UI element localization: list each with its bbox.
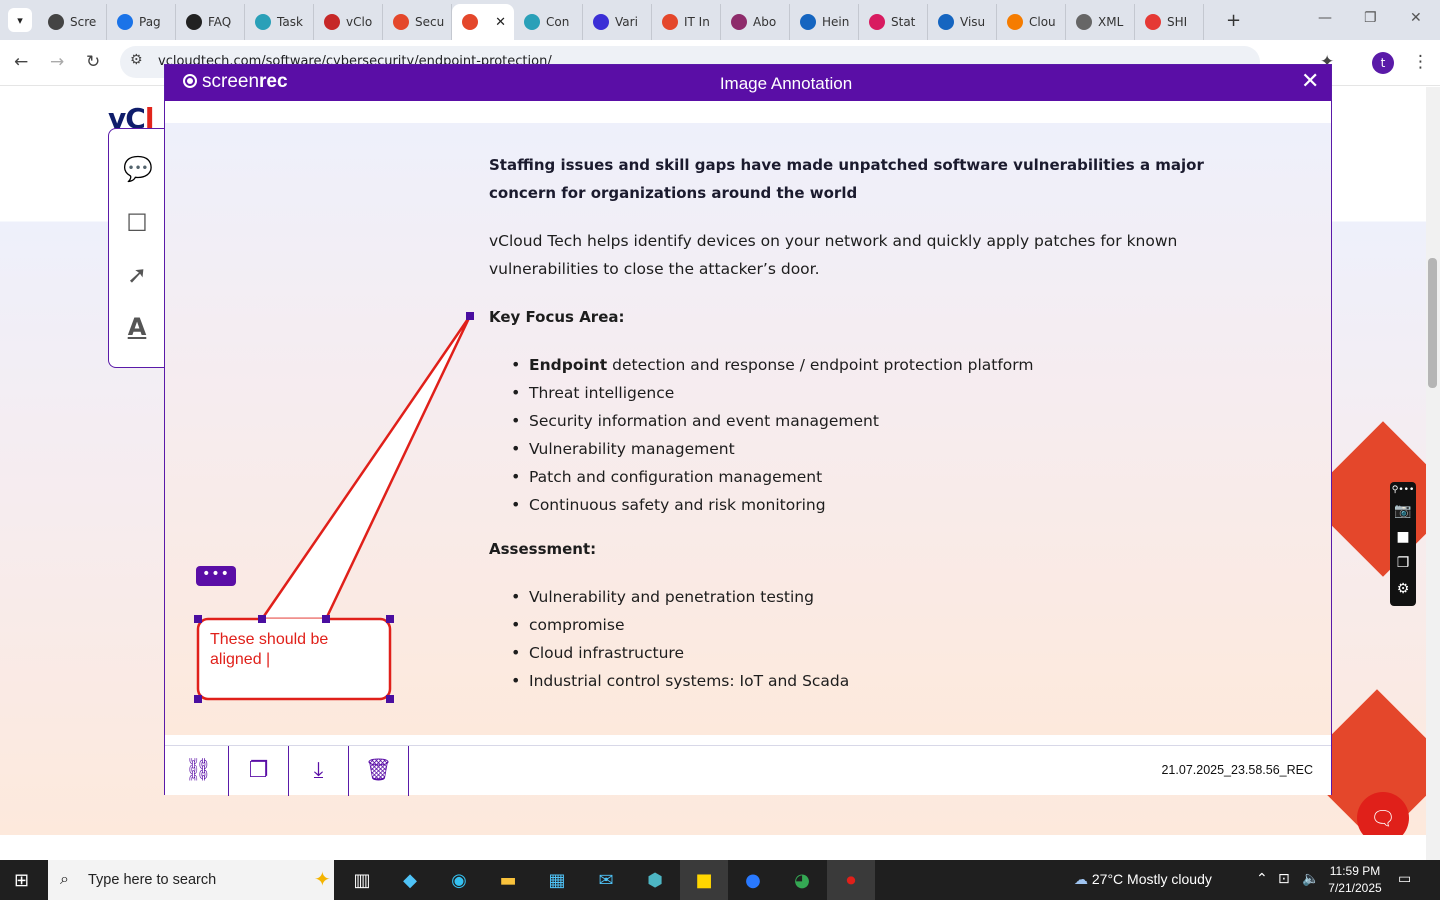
weather-widget[interactable]: ☁ 27°C Mostly cloudy — [1074, 871, 1212, 888]
resize-handle[interactable] — [194, 615, 202, 623]
windows-start-icon[interactable]: ⊞ — [14, 870, 29, 891]
windows-taskbar: ⊞ ⌕ Type here to search ✦ ▥ ◆ ◉ ▬ ▦ ✉ ⬢ … — [0, 860, 1440, 900]
tray-chevron-icon[interactable]: ⌃ — [1256, 871, 1268, 887]
resize-handle[interactable] — [194, 695, 202, 703]
zoom-icon[interactable]: ● — [729, 860, 777, 900]
search-icon: ⌕ — [60, 869, 69, 888]
task-view-icon[interactable]: ▥ — [338, 860, 386, 900]
volume-icon[interactable]: 🔈 — [1302, 871, 1319, 887]
sticky-notes-icon[interactable]: ■ — [680, 860, 728, 900]
annotation-options-button[interactable]: ••• — [196, 566, 236, 586]
file-explorer-icon[interactable]: ▬ — [484, 860, 532, 900]
weather-icon: ☁ — [1074, 871, 1092, 887]
resize-handle[interactable] — [258, 615, 266, 623]
copilot-icon[interactable]: ◆ — [386, 860, 434, 900]
weather-text: 27°C Mostly cloudy — [1091, 871, 1212, 887]
taskbar-search[interactable]: ⌕ Type here to search ✦ — [48, 860, 334, 900]
resize-handle[interactable] — [386, 615, 394, 623]
chrome-icon[interactable]: ◕ — [778, 860, 826, 900]
system-clock[interactable]: 11:59 PM 7/21/2025 — [1322, 863, 1388, 897]
network-icon[interactable]: ⊡ — [1278, 871, 1290, 887]
callout-annotation[interactable] — [0, 0, 1440, 900]
clock-time: 11:59 PM — [1329, 864, 1381, 878]
notifications-icon[interactable]: ▭ — [1398, 871, 1411, 887]
resize-handle[interactable] — [322, 615, 330, 623]
copilot-sparkle-icon: ✦ — [314, 867, 331, 891]
edge-icon[interactable]: ◉ — [435, 860, 483, 900]
screenrec-icon[interactable]: ⏺ — [827, 860, 875, 900]
store-icon[interactable]: ▦ — [533, 860, 581, 900]
resize-handle[interactable] — [386, 695, 394, 703]
annotation-text-input[interactable]: These should be aligned | — [210, 630, 380, 670]
callout-pointer[interactable] — [259, 315, 472, 621]
app-icon[interactable]: ⬢ — [631, 860, 679, 900]
resize-handle[interactable] — [466, 312, 474, 320]
mail-icon[interactable]: ✉ — [582, 860, 630, 900]
search-placeholder: Type here to search — [88, 872, 217, 888]
clock-date: 7/21/2025 — [1328, 881, 1382, 895]
